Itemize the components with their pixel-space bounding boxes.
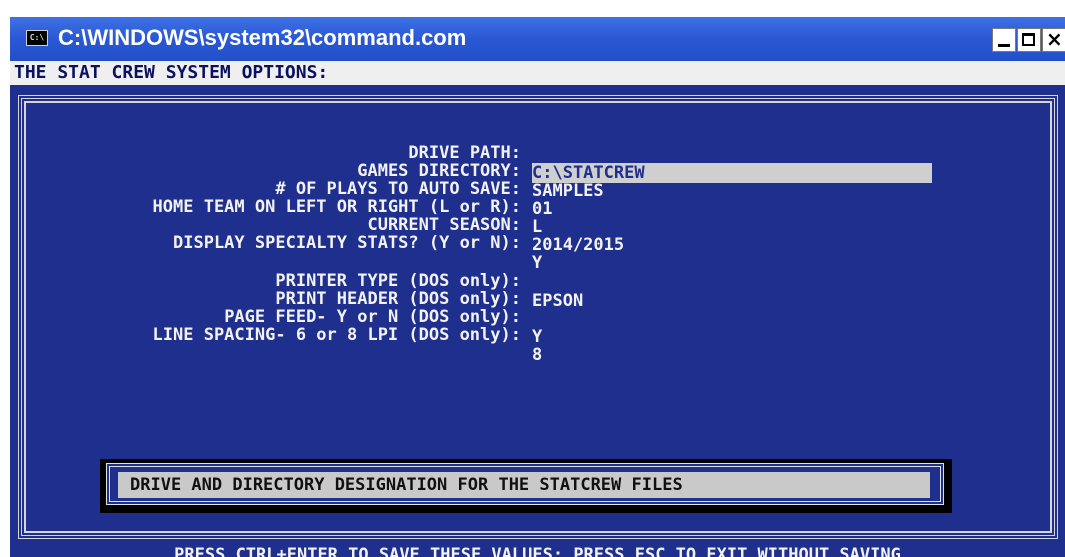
option-row-line-spacing: LINE SPACING- 6 or 8 LPI (DOS only): 8: [10, 305, 1065, 365]
footer-instructions: PRESS CTRL+ENTER TO SAVE THESE VALUES; P…: [174, 545, 901, 557]
options-header: THE STAT CREW SYSTEM OPTIONS:: [10, 61, 1065, 85]
minimize-button[interactable]: [992, 28, 1016, 52]
option-row-printer-type: PRINTER TYPE (DOS only): EPSON: [10, 251, 1065, 311]
close-button[interactable]: ×: [1042, 27, 1065, 52]
console-area: THE STAT CREW SYSTEM OPTIONS: DRIVE PATH…: [10, 61, 1065, 557]
option-label: DISPLAY SPECIALTY STATS? (Y or N):: [173, 233, 521, 253]
option-row-games-directory: GAMES DIRECTORY: SAMPLES: [10, 141, 1065, 201]
command-window: C:\ C:\WINDOWS\system32\command.com × TH…: [10, 17, 1065, 557]
option-row-current-season: CURRENT SEASON: 2014/2015: [10, 195, 1065, 255]
window-title: C:\WINDOWS\system32\command.com: [58, 25, 467, 50]
minimize-icon: [998, 44, 1010, 47]
option-label: LINE SPACING- 6 or 8 LPI (DOS only):: [152, 325, 521, 345]
help-box: DRIVE AND DIRECTORY DESIGNATION FOR THE …: [106, 463, 944, 505]
option-row-print-header: PRINT HEADER (DOS only):: [10, 269, 1065, 309]
help-message: DRIVE AND DIRECTORY DESIGNATION FOR THE …: [118, 472, 930, 498]
page-feed-field[interactable]: Y: [532, 327, 542, 347]
option-row-auto-save: # OF PLAYS TO AUTO SAVE: 01: [10, 159, 1065, 219]
command-prompt-icon[interactable]: C:\: [26, 30, 48, 46]
maximize-button[interactable]: [1017, 28, 1041, 52]
option-row-specialty-stats: DISPLAY SPECIALTY STATS? (Y or N): Y: [10, 213, 1065, 273]
close-icon: ×: [1046, 27, 1063, 51]
maximize-icon: [1022, 33, 1035, 46]
option-row-home-team-side: HOME TEAM ON LEFT OR RIGHT (L or R): L: [10, 177, 1065, 237]
line-spacing-field[interactable]: 8: [532, 345, 542, 365]
option-row-drive-path: DRIVE PATH: C:\STATCREW: [10, 123, 1065, 183]
title-bar[interactable]: C:\ C:\WINDOWS\system32\command.com ×: [10, 17, 1065, 61]
option-row-page-feed: PAGE FEED- Y or N (DOS only): Y: [10, 287, 1065, 347]
